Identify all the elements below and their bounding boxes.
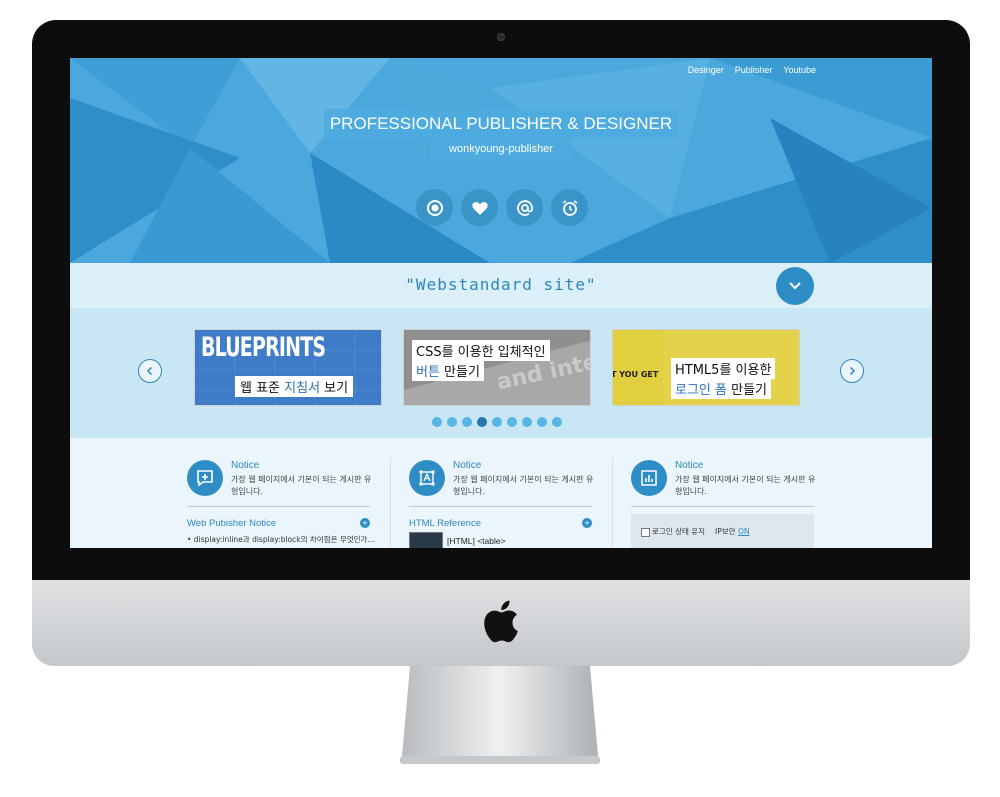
record-icon[interactable] (416, 189, 453, 226)
slide-blueprints-caption: 웹 표준 지침서 보기 (235, 376, 354, 397)
slider-dots (432, 417, 562, 427)
column-divider (390, 458, 391, 550)
notice-column-2: Notice 가장 웹 페이지에서 기본이 되는 게시판 유형입니다. HTML… (409, 458, 594, 554)
notice-description: 가장 웹 페이지에서 기본이 되는 게시판 유형입니다. (231, 475, 372, 496)
hero-background (70, 58, 932, 263)
slide-blueprints[interactable]: BLUEPRINTS 웹 표준 지침서 보기 (194, 329, 382, 406)
slide-html5-login[interactable]: T YOU GET HTML5를 이용한 로그인 폼 만들기 (612, 329, 800, 406)
ip-security-label: IP보안 (715, 527, 736, 536)
camera-icon (497, 33, 505, 41)
column-rule (409, 506, 592, 507)
caption-part: 만들기 (726, 383, 767, 398)
ip-security: IP보안 ON (715, 526, 749, 537)
slider-dot[interactable] (447, 417, 457, 427)
slide-css-button[interactable]: and inte CSS를 이용한 입체적인 버튼 만들기 (403, 329, 591, 406)
keep-login-checkbox[interactable] (641, 528, 650, 537)
slider-dot[interactable] (462, 417, 472, 427)
web-publisher-notice-title[interactable]: Web Pubisher Notice (187, 518, 276, 529)
notice-list-item[interactable]: • display:inline과 display:block의 차이점은 무엇… (187, 534, 375, 545)
caption-highlight: 로그인 폼 (675, 383, 727, 398)
notice-description: 가장 웹 페이지에서 기본이 되는 게시판 유형입니다. (675, 475, 816, 496)
caption-highlight: 지침서 (284, 381, 321, 396)
slide-html5-side-text: T YOU GET (612, 370, 659, 379)
nav-youtube-link[interactable]: Youtube (783, 65, 816, 75)
column-rule (187, 506, 370, 507)
column-rule (631, 506, 814, 507)
alarm-icon[interactable] (551, 189, 588, 226)
notice-heading: Notice (231, 460, 260, 471)
column-divider (612, 458, 613, 550)
slider-dot-active[interactable] (477, 417, 487, 427)
slider-dot[interactable] (507, 417, 517, 427)
caption-part: 보기 (320, 381, 349, 396)
notice-add-icon (187, 460, 223, 496)
slider-dot[interactable] (432, 417, 442, 427)
reference-item[interactable]: [HTML] <table> (447, 536, 506, 546)
notice-text-icon (409, 460, 445, 496)
notice-heading: Notice (453, 460, 482, 471)
hero-icon-row (416, 189, 588, 226)
caption-highlight: 버튼 (416, 365, 440, 380)
slide-blueprints-title: BLUEPRINTS (201, 332, 326, 363)
hero-banner: Desinger Publisher Youtube PROFESSIONAL … (70, 58, 932, 263)
slider-dot[interactable] (537, 417, 547, 427)
at-icon[interactable] (506, 189, 543, 226)
notice-description: 가장 웹 페이지에서 기본이 되는 게시판 유형입니다. (453, 475, 594, 496)
slider-dot[interactable] (552, 417, 562, 427)
more-plus-button[interactable]: + (360, 518, 370, 528)
caption-part: 웹 표준 (240, 381, 285, 396)
hero-subtitle: wonkyoung-publisher (431, 138, 571, 160)
top-nav: Desinger Publisher Youtube (688, 65, 816, 75)
slide-html5-line2: 로그인 폼 만들기 (671, 378, 771, 399)
caption-part: 만들기 (439, 365, 480, 380)
hero-title: PROFESSIONAL PUBLISHER & DESIGNER (324, 109, 678, 139)
slider-next-button[interactable] (840, 359, 864, 383)
slide-html5-line1: HTML5를 이용한 (671, 358, 776, 379)
slider-prev-button[interactable] (138, 359, 162, 383)
notice-column-1: Notice 가장 웹 페이지에서 기본이 되는 게시판 유형입니다. Web … (187, 458, 375, 548)
apple-logo-icon (484, 600, 518, 643)
monitor-bezel-bottom (32, 548, 970, 580)
more-plus-button[interactable]: + (582, 518, 592, 528)
html-reference-title[interactable]: HTML Reference (409, 518, 481, 529)
heart-icon[interactable] (461, 189, 498, 226)
scroll-down-button[interactable] (776, 267, 814, 305)
slider-dot[interactable] (492, 417, 502, 427)
slide-css-line1: CSS를 이용한 입체적인 (412, 340, 550, 361)
notice-heading: Notice (675, 460, 704, 471)
notice-chart-icon (631, 460, 667, 496)
slide-css-line2: 버튼 만들기 (412, 360, 484, 381)
monitor-stand (400, 666, 600, 764)
ip-security-toggle[interactable]: ON (738, 527, 750, 536)
nav-designer-link[interactable]: Desinger (688, 65, 724, 75)
keep-login-label: 로그인 상태 유지 (652, 527, 706, 536)
slide-html5-left (613, 330, 663, 405)
slider-dot[interactable] (522, 417, 532, 427)
notice-column-3: Notice 가장 웹 페이지에서 기본이 되는 게시판 유형입니다. 로그인 … (631, 458, 816, 550)
nav-publisher-link[interactable]: Publisher (735, 65, 773, 75)
